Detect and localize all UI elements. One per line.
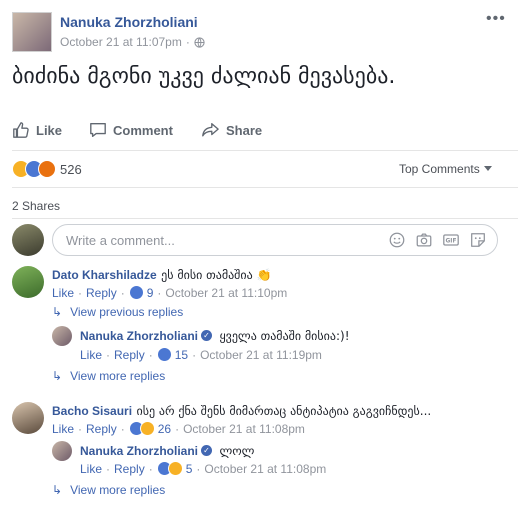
reply-reply-link[interactable]: Reply [114,462,145,476]
emoji-icon[interactable] [388,231,406,249]
comment-reaction-count[interactable]: 9 [147,286,154,300]
reply-actions: Like · Reply · 15 · October 21 at 11:19p… [80,347,322,362]
view-more-replies[interactable]: ↳ View more replies [52,483,165,497]
post-author-avatar[interactable] [12,12,52,52]
verified-icon: ✓ [201,445,213,457]
share-button[interactable]: Share [200,121,262,139]
reply-author-name[interactable]: Nanuka Zhorzholiani [80,444,198,458]
comment-input[interactable] [64,231,368,249]
globe-icon [194,36,205,48]
reply-arrow-icon: ↳ [52,305,63,319]
divider [12,187,518,188]
reaction-icons [12,160,56,178]
comment-author-name[interactable]: Dato Kharshiladze [52,268,157,282]
reply-time[interactable]: October 21 at 11:19pm [200,348,322,362]
comment-author-avatar[interactable] [12,402,44,434]
like-button-label: Like [36,122,63,138]
reply-text: ლოლ [219,444,255,458]
comment-reply-link[interactable]: Reply [86,422,117,436]
sticker-icon[interactable] [469,231,487,249]
reactions-summary[interactable]: 526 [12,160,82,178]
more-options-icon[interactable]: ••• [486,10,506,28]
shares-count[interactable]: 2 Shares [12,199,60,213]
comment-author-name[interactable]: Bacho Sisauri [52,404,132,418]
like-icon [128,285,144,300]
reply-reaction-icons [156,347,172,362]
thumbs-up-icon [13,122,29,138]
meta-separator: · [185,35,190,49]
current-user-avatar[interactable] [12,224,44,256]
comment-input-box: GIF [52,224,498,256]
reaction-count: 526 [60,161,82,177]
divider [12,150,518,151]
reply-author-avatar[interactable] [52,326,72,346]
comment-time[interactable]: October 21 at 11:08pm [183,422,305,436]
comment-reaction-icons [128,421,155,436]
comment-reaction-count[interactable]: 26 [158,422,171,436]
view-more-replies[interactable]: ↳ View more replies [52,369,165,383]
reply-reply-link[interactable]: Reply [114,348,145,362]
reply-like-link[interactable]: Like [80,462,102,476]
reply-time[interactable]: October 21 at 11:08pm [204,462,326,476]
comment-actions: Like · Reply · 26 · October 21 at 11:08p… [52,421,305,436]
comment-icon [90,123,106,137]
post-meta: October 21 at 11:07pm · [60,35,205,49]
comment-text: ისე არ ქნა შენს მიმართაც ანტიპატია გაგვი… [136,404,432,418]
view-more-replies-label: View more replies [70,483,166,497]
comment-button[interactable]: Comment [89,121,173,139]
comment-like-link[interactable]: Like [52,422,74,436]
top-comments-label: Top Comments [399,162,480,176]
reply-actions: Like · Reply · 5 · October 21 at 11:08pm [80,461,327,476]
comment-button-label: Comment [113,122,173,138]
camera-icon[interactable] [415,231,433,249]
like-button[interactable]: Like [12,121,62,139]
reply-arrow-icon: ↳ [52,369,63,383]
reply-like-link[interactable]: Like [80,348,102,362]
comment: Dato Kharshiladze ეს მისი თამაშია 👏 [52,266,271,284]
divider [12,218,518,219]
reply-reaction-icons [156,461,183,476]
caret-down-icon [483,166,492,171]
view-previous-replies[interactable]: ↳ View previous replies [52,305,183,319]
share-icon [202,123,219,137]
reply-arrow-icon: ↳ [52,483,63,497]
reply-author-name[interactable]: Nanuka Zhorzholiani [80,329,198,343]
angry-icon [38,160,56,178]
post-timestamp[interactable]: October 21 at 11:07pm [60,35,182,49]
gif-icon[interactable]: GIF [442,231,460,249]
reply-reaction-count[interactable]: 15 [175,348,188,362]
post-author-name[interactable]: Nanuka Zhorzholiani [60,14,198,30]
top-comments-dropdown[interactable]: Top Comments [399,162,492,176]
haha-icon [139,421,155,436]
verified-icon: ✓ [201,330,213,342]
post-text: ბიძინა მგონი უკვე ძალიან მევასება. [12,64,396,89]
reply-text: ყველა თამაში მისია:)! [219,329,350,343]
view-more-replies-label: View more replies [70,369,166,383]
like-icon [156,347,172,362]
reply-author-avatar[interactable] [52,441,72,461]
share-button-label: Share [226,122,263,138]
comment-reaction-icons [128,285,144,300]
comment-actions: Like · Reply · 9 · October 21 at 11:10pm [52,285,288,300]
svg-text:GIF: GIF [446,239,457,245]
comment-author-avatar[interactable] [12,266,44,298]
reply-reaction-count[interactable]: 5 [186,462,193,476]
comment-like-link[interactable]: Like [52,286,74,300]
comment-time[interactable]: October 21 at 11:10pm [165,286,287,300]
view-previous-replies-label: View previous replies [70,305,184,319]
haha-icon [167,461,183,476]
reply: Nanuka Zhorzholiani ✓ ლოლ [80,442,254,460]
reply: Nanuka Zhorzholiani ✓ ყველა თამაში მისია:… [80,327,350,345]
post-actions-bar: Like Comment Share [0,117,518,143]
comment: Bacho Sisauri ისე არ ქნა შენს მიმართაც ა… [52,402,431,420]
comment-reply-link[interactable]: Reply [86,286,117,300]
comment-text: ეს მისი თამაშია 👏 [161,268,272,282]
